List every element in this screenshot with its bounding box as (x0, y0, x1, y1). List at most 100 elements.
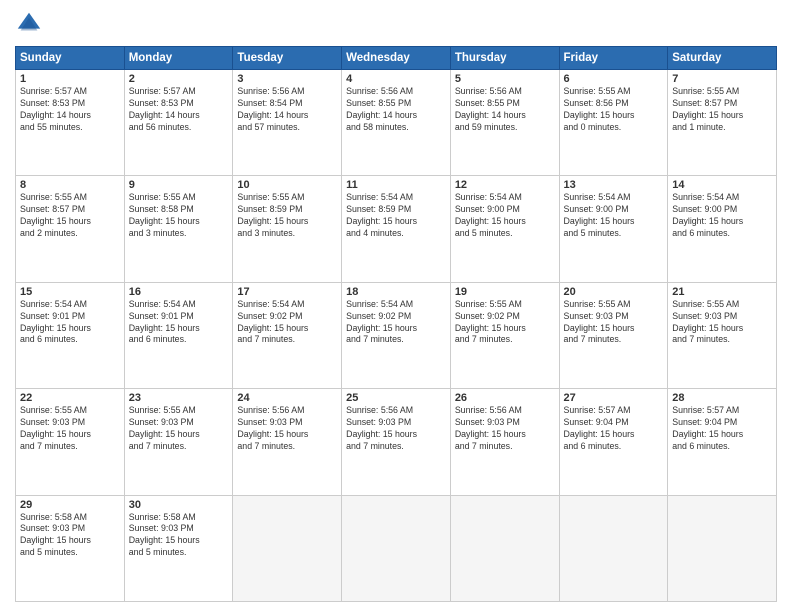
day-header-wednesday: Wednesday (342, 47, 451, 70)
day-number: 8 (20, 179, 120, 191)
cell-info: Sunrise: 5:54 AM Sunset: 9:01 PM Dayligh… (20, 299, 120, 347)
cell-info: Sunrise: 5:56 AM Sunset: 9:03 PM Dayligh… (346, 405, 446, 453)
cell-info: Sunrise: 5:55 AM Sunset: 9:03 PM Dayligh… (20, 405, 120, 453)
day-cell: 19Sunrise: 5:55 AM Sunset: 9:02 PM Dayli… (450, 282, 559, 388)
day-cell: 29Sunrise: 5:58 AM Sunset: 9:03 PM Dayli… (16, 495, 125, 601)
day-number: 4 (346, 73, 446, 85)
day-cell: 9Sunrise: 5:55 AM Sunset: 8:58 PM Daylig… (124, 176, 233, 282)
day-number: 23 (129, 392, 229, 404)
week-row-5: 29Sunrise: 5:58 AM Sunset: 9:03 PM Dayli… (16, 495, 777, 601)
day-number: 9 (129, 179, 229, 191)
day-cell: 17Sunrise: 5:54 AM Sunset: 9:02 PM Dayli… (233, 282, 342, 388)
day-number: 3 (237, 73, 337, 85)
day-cell (450, 495, 559, 601)
cell-info: Sunrise: 5:54 AM Sunset: 9:00 PM Dayligh… (455, 192, 555, 240)
page: SundayMondayTuesdayWednesdayThursdayFrid… (0, 0, 792, 612)
logo-icon (15, 10, 43, 38)
cell-info: Sunrise: 5:55 AM Sunset: 8:57 PM Dayligh… (672, 86, 772, 134)
cell-info: Sunrise: 5:54 AM Sunset: 9:00 PM Dayligh… (564, 192, 664, 240)
calendar-header: SundayMondayTuesdayWednesdayThursdayFrid… (16, 47, 777, 70)
day-header-tuesday: Tuesday (233, 47, 342, 70)
cell-info: Sunrise: 5:57 AM Sunset: 9:04 PM Dayligh… (672, 405, 772, 453)
day-number: 12 (455, 179, 555, 191)
day-cell: 2Sunrise: 5:57 AM Sunset: 8:53 PM Daylig… (124, 70, 233, 176)
day-number: 25 (346, 392, 446, 404)
cell-info: Sunrise: 5:54 AM Sunset: 9:02 PM Dayligh… (346, 299, 446, 347)
day-number: 13 (564, 179, 664, 191)
cell-info: Sunrise: 5:56 AM Sunset: 8:55 PM Dayligh… (455, 86, 555, 134)
day-cell: 27Sunrise: 5:57 AM Sunset: 9:04 PM Dayli… (559, 389, 668, 495)
week-row-2: 8Sunrise: 5:55 AM Sunset: 8:57 PM Daylig… (16, 176, 777, 282)
day-cell: 12Sunrise: 5:54 AM Sunset: 9:00 PM Dayli… (450, 176, 559, 282)
day-number: 1 (20, 73, 120, 85)
day-cell: 3Sunrise: 5:56 AM Sunset: 8:54 PM Daylig… (233, 70, 342, 176)
day-header-sunday: Sunday (16, 47, 125, 70)
cell-info: Sunrise: 5:58 AM Sunset: 9:03 PM Dayligh… (129, 512, 229, 560)
calendar-body: 1Sunrise: 5:57 AM Sunset: 8:53 PM Daylig… (16, 70, 777, 602)
cell-info: Sunrise: 5:54 AM Sunset: 9:01 PM Dayligh… (129, 299, 229, 347)
cell-info: Sunrise: 5:54 AM Sunset: 8:59 PM Dayligh… (346, 192, 446, 240)
day-cell: 22Sunrise: 5:55 AM Sunset: 9:03 PM Dayli… (16, 389, 125, 495)
logo (15, 10, 47, 38)
cell-info: Sunrise: 5:55 AM Sunset: 9:03 PM Dayligh… (564, 299, 664, 347)
day-number: 5 (455, 73, 555, 85)
day-number: 24 (237, 392, 337, 404)
day-cell: 5Sunrise: 5:56 AM Sunset: 8:55 PM Daylig… (450, 70, 559, 176)
calendar-table: SundayMondayTuesdayWednesdayThursdayFrid… (15, 46, 777, 602)
week-row-1: 1Sunrise: 5:57 AM Sunset: 8:53 PM Daylig… (16, 70, 777, 176)
header (15, 10, 777, 38)
day-number: 19 (455, 286, 555, 298)
day-cell: 20Sunrise: 5:55 AM Sunset: 9:03 PM Dayli… (559, 282, 668, 388)
day-cell: 28Sunrise: 5:57 AM Sunset: 9:04 PM Dayli… (668, 389, 777, 495)
day-cell: 1Sunrise: 5:57 AM Sunset: 8:53 PM Daylig… (16, 70, 125, 176)
day-number: 20 (564, 286, 664, 298)
header-row: SundayMondayTuesdayWednesdayThursdayFrid… (16, 47, 777, 70)
day-number: 15 (20, 286, 120, 298)
day-number: 28 (672, 392, 772, 404)
day-number: 30 (129, 499, 229, 511)
day-number: 11 (346, 179, 446, 191)
day-number: 6 (564, 73, 664, 85)
day-cell (342, 495, 451, 601)
cell-info: Sunrise: 5:55 AM Sunset: 8:56 PM Dayligh… (564, 86, 664, 134)
day-number: 22 (20, 392, 120, 404)
day-number: 2 (129, 73, 229, 85)
day-number: 26 (455, 392, 555, 404)
cell-info: Sunrise: 5:56 AM Sunset: 8:55 PM Dayligh… (346, 86, 446, 134)
day-cell: 30Sunrise: 5:58 AM Sunset: 9:03 PM Dayli… (124, 495, 233, 601)
cell-info: Sunrise: 5:55 AM Sunset: 9:03 PM Dayligh… (672, 299, 772, 347)
day-number: 21 (672, 286, 772, 298)
cell-info: Sunrise: 5:56 AM Sunset: 9:03 PM Dayligh… (455, 405, 555, 453)
day-cell: 13Sunrise: 5:54 AM Sunset: 9:00 PM Dayli… (559, 176, 668, 282)
day-header-monday: Monday (124, 47, 233, 70)
cell-info: Sunrise: 5:54 AM Sunset: 9:00 PM Dayligh… (672, 192, 772, 240)
cell-info: Sunrise: 5:54 AM Sunset: 9:02 PM Dayligh… (237, 299, 337, 347)
day-header-saturday: Saturday (668, 47, 777, 70)
cell-info: Sunrise: 5:56 AM Sunset: 8:54 PM Dayligh… (237, 86, 337, 134)
day-cell: 6Sunrise: 5:55 AM Sunset: 8:56 PM Daylig… (559, 70, 668, 176)
day-cell: 10Sunrise: 5:55 AM Sunset: 8:59 PM Dayli… (233, 176, 342, 282)
day-number: 7 (672, 73, 772, 85)
day-cell: 25Sunrise: 5:56 AM Sunset: 9:03 PM Dayli… (342, 389, 451, 495)
week-row-4: 22Sunrise: 5:55 AM Sunset: 9:03 PM Dayli… (16, 389, 777, 495)
day-cell: 16Sunrise: 5:54 AM Sunset: 9:01 PM Dayli… (124, 282, 233, 388)
week-row-3: 15Sunrise: 5:54 AM Sunset: 9:01 PM Dayli… (16, 282, 777, 388)
day-number: 27 (564, 392, 664, 404)
cell-info: Sunrise: 5:57 AM Sunset: 9:04 PM Dayligh… (564, 405, 664, 453)
day-cell (668, 495, 777, 601)
cell-info: Sunrise: 5:55 AM Sunset: 8:58 PM Dayligh… (129, 192, 229, 240)
day-cell: 8Sunrise: 5:55 AM Sunset: 8:57 PM Daylig… (16, 176, 125, 282)
day-cell: 18Sunrise: 5:54 AM Sunset: 9:02 PM Dayli… (342, 282, 451, 388)
cell-info: Sunrise: 5:55 AM Sunset: 8:59 PM Dayligh… (237, 192, 337, 240)
day-cell: 4Sunrise: 5:56 AM Sunset: 8:55 PM Daylig… (342, 70, 451, 176)
day-header-thursday: Thursday (450, 47, 559, 70)
cell-info: Sunrise: 5:55 AM Sunset: 8:57 PM Dayligh… (20, 192, 120, 240)
day-number: 14 (672, 179, 772, 191)
cell-info: Sunrise: 5:58 AM Sunset: 9:03 PM Dayligh… (20, 512, 120, 560)
day-cell: 7Sunrise: 5:55 AM Sunset: 8:57 PM Daylig… (668, 70, 777, 176)
day-cell (233, 495, 342, 601)
day-number: 10 (237, 179, 337, 191)
day-cell: 23Sunrise: 5:55 AM Sunset: 9:03 PM Dayli… (124, 389, 233, 495)
cell-info: Sunrise: 5:55 AM Sunset: 9:02 PM Dayligh… (455, 299, 555, 347)
cell-info: Sunrise: 5:56 AM Sunset: 9:03 PM Dayligh… (237, 405, 337, 453)
